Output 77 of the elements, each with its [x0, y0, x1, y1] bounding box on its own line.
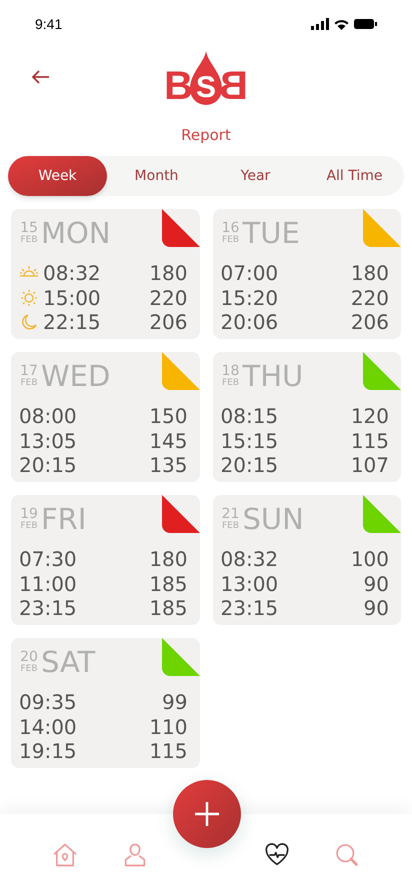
period-tab[interactable]: Week — [8, 156, 107, 196]
day-number: 17 — [20, 364, 38, 378]
reading-time: 14:00 — [19, 714, 77, 739]
reading-time: 20:06 — [220, 310, 278, 334]
reading-value: 206 — [350, 310, 390, 334]
reading-time: 22:15 — [43, 310, 101, 334]
day-number: 20 — [20, 650, 38, 664]
reading-value: 115 — [149, 739, 188, 764]
month-label: FEB — [20, 235, 38, 245]
reading-time: 11:00 — [19, 572, 77, 596]
reading-time: 23:15 — [19, 596, 77, 620]
weekday-label: SUN — [242, 503, 304, 535]
reading-value: 206 — [149, 310, 188, 334]
weekday-label: FRI — [41, 503, 86, 535]
sun-icon — [19, 288, 39, 307]
moon-icon — [19, 313, 39, 332]
reading-time: 13:00 — [220, 572, 278, 596]
weekday-label: TUE — [242, 217, 300, 249]
page-title: Report — [181, 124, 231, 146]
weekday-label: SAT — [41, 646, 96, 678]
reading-value: 220 — [350, 286, 390, 310]
weekday-label: MON — [41, 217, 111, 249]
period-tab[interactable]: Year — [206, 156, 305, 196]
home-icon — [51, 841, 79, 869]
reading-time: 15:20 — [220, 286, 278, 310]
reading-value: 110 — [149, 714, 188, 739]
reading-time: 08:32 — [220, 547, 278, 572]
reading-time: 08:15 — [220, 404, 278, 428]
signal-icon — [311, 18, 329, 30]
reading-time: 15:15 — [220, 428, 278, 453]
day-number: 16 — [222, 221, 240, 235]
reading-value: 185 — [149, 572, 188, 596]
reading-time: 08:32 — [43, 261, 101, 286]
period-tab[interactable]: Month — [107, 156, 206, 196]
reading-value: 185 — [149, 596, 188, 620]
reading-value: 180 — [149, 261, 188, 286]
reading-value: 150 — [149, 404, 188, 428]
reading-time: 07:00 — [220, 261, 278, 286]
month-label: FEB — [222, 521, 240, 531]
weekday-label: THU — [242, 360, 304, 392]
logo: BSB — [164, 50, 248, 106]
wifi-icon — [334, 18, 349, 30]
plus-icon — [194, 801, 220, 827]
weekday-label: WED — [41, 360, 110, 392]
reading-value: 115 — [350, 428, 390, 453]
reading-time: 23:15 — [220, 596, 278, 620]
day-number: 18 — [222, 364, 240, 378]
reading-value: 180 — [350, 261, 390, 286]
reading-time: 20:15 — [220, 453, 278, 478]
day-number: 19 — [20, 507, 38, 521]
reading-value: 107 — [350, 453, 390, 478]
reading-value: 99 — [162, 690, 188, 714]
reading-value: 135 — [149, 453, 188, 478]
month-label: FEB — [20, 521, 38, 531]
reading-time: 19:15 — [19, 739, 77, 764]
reading-value: 90 — [364, 572, 390, 596]
reading-time: 15:00 — [43, 286, 101, 310]
reading-time: 13:05 — [19, 428, 77, 453]
reading-time: 20:15 — [19, 453, 77, 478]
month-label: FEB — [20, 378, 38, 388]
period-tab[interactable]: All Time — [305, 156, 404, 196]
month-label: FEB — [222, 378, 240, 388]
reading-value: 180 — [149, 547, 188, 572]
reading-time: 09:35 — [19, 690, 77, 714]
reading-value: 90 — [364, 596, 390, 620]
reading-value: 100 — [350, 547, 390, 572]
reading-time: 08:00 — [19, 404, 77, 428]
status-time: 9:41 — [35, 14, 62, 34]
reading-value: 120 — [350, 404, 390, 428]
month-label: FEB — [20, 664, 38, 674]
day-number: 15 — [20, 221, 38, 235]
reading-value: 220 — [149, 286, 188, 310]
reading-time: 07:30 — [19, 547, 77, 572]
battery-icon — [354, 19, 377, 29]
reading-value: 145 — [149, 428, 188, 453]
day-number: 21 — [222, 507, 240, 521]
month-label: FEB — [222, 235, 240, 245]
